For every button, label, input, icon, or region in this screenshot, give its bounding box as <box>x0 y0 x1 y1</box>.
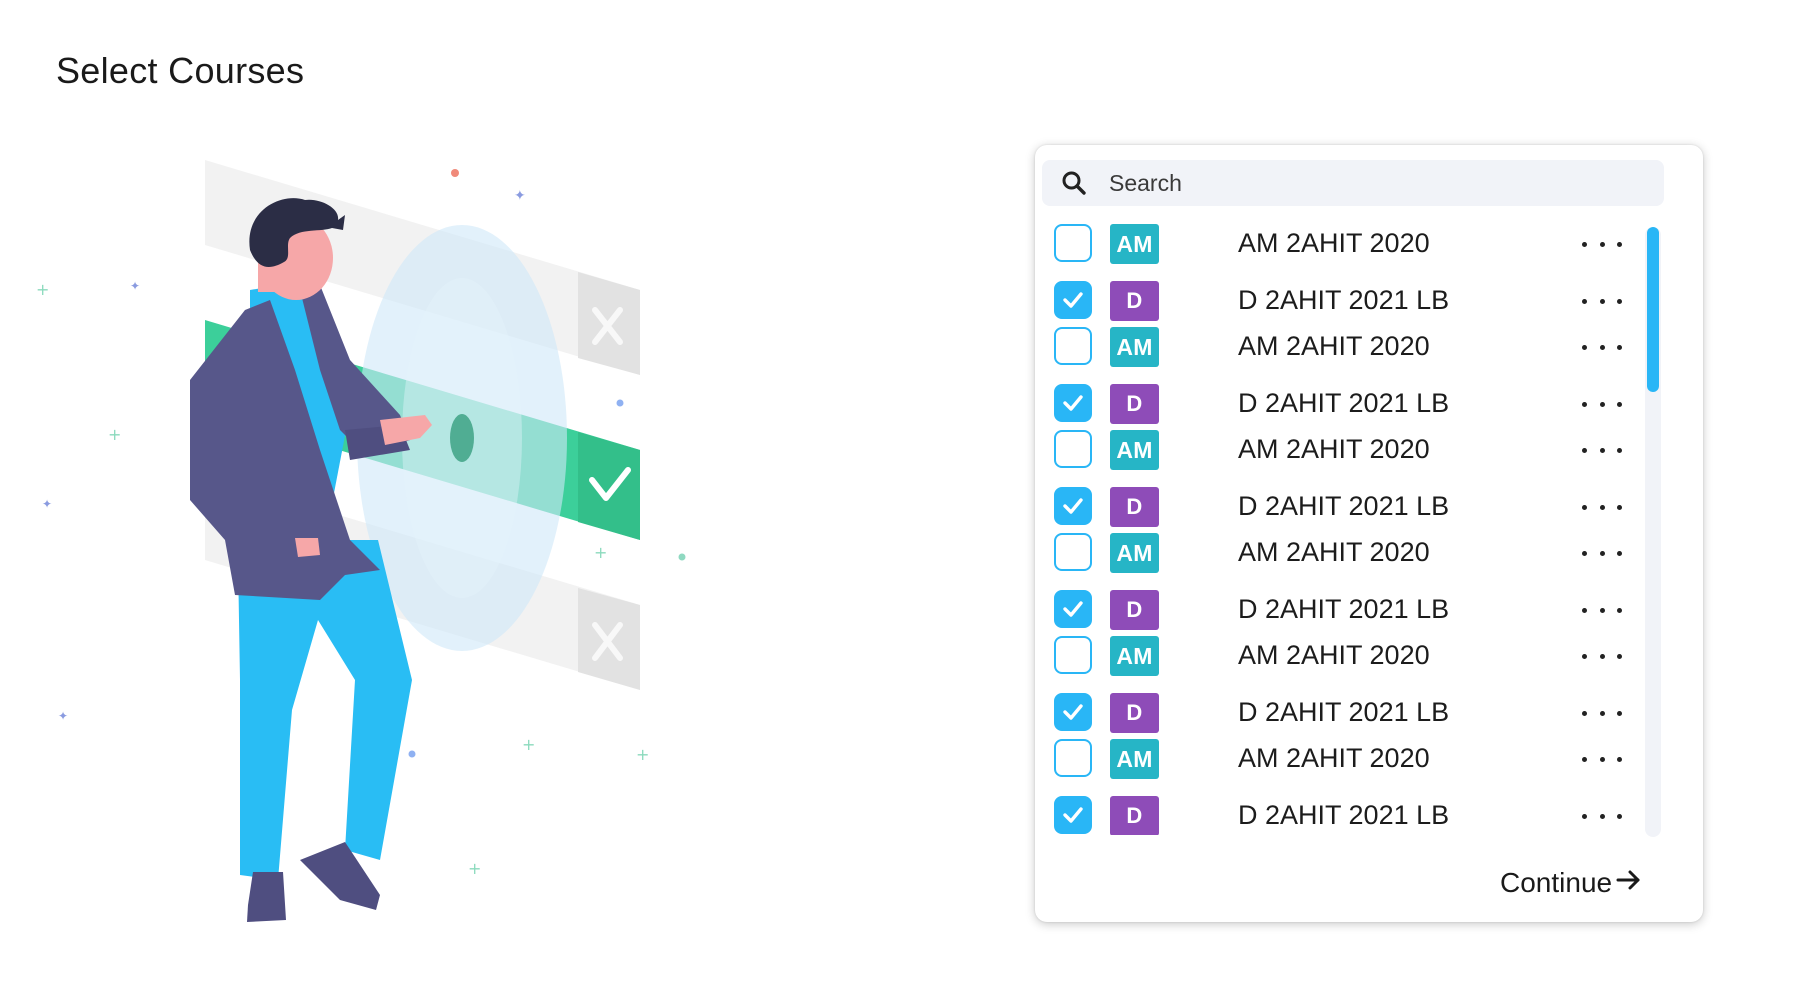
illustration-svg: + + + + + + ✦ ✦ ✦ ✦ <box>36 160 686 922</box>
course-badge: AM <box>1110 739 1159 779</box>
course-name: AM 2AHIT 2020 <box>1238 743 1430 773</box>
middle-check-tile <box>578 432 640 540</box>
search-box[interactable] <box>1042 160 1664 206</box>
course-name: D 2AHIT 2021 LB <box>1238 491 1450 521</box>
course-badge: D <box>1110 796 1159 835</box>
continue-button[interactable]: Continue <box>1500 863 1660 903</box>
course-badge: AM <box>1110 430 1159 470</box>
course-name: D 2AHIT 2021 LB <box>1238 594 1450 624</box>
course-name: D 2AHIT 2021 LB <box>1238 388 1450 418</box>
course-name: AM 2AHIT 2020 <box>1238 537 1430 567</box>
more-options-icon[interactable] <box>1582 440 1622 460</box>
more-options-icon[interactable] <box>1582 291 1622 311</box>
course-name: D 2AHIT 2021 LB <box>1238 285 1450 315</box>
checkmark-icon <box>1063 292 1083 308</box>
course-row[interactable]: D D 2AHIT 2021 LB <box>1035 483 1635 531</box>
checkmark-icon <box>1063 807 1083 823</box>
course-row[interactable]: AM AM 2AHIT 2020 <box>1035 220 1635 268</box>
more-options-icon[interactable] <box>1582 600 1622 620</box>
search-icon <box>1059 168 1089 198</box>
search-input[interactable] <box>1109 169 1609 197</box>
checkbox-unchecked[interactable] <box>1054 636 1092 674</box>
svg-text:✦: ✦ <box>42 497 52 511</box>
course-badge: AM <box>1110 533 1159 573</box>
course-badge: D <box>1110 693 1159 733</box>
checkbox-unchecked[interactable] <box>1054 739 1092 777</box>
checkmark-icon <box>1063 704 1083 720</box>
checkbox-checked[interactable] <box>1054 693 1092 731</box>
checkbox-checked[interactable] <box>1054 281 1092 319</box>
checkmark-icon <box>1063 498 1083 514</box>
course-badge: AM <box>1110 224 1159 264</box>
course-row[interactable]: D D 2AHIT 2021 LB <box>1035 689 1635 737</box>
svg-text:+: + <box>36 280 49 299</box>
course-badge: D <box>1110 590 1159 630</box>
checkbox-unchecked[interactable] <box>1054 327 1092 365</box>
course-name: AM 2AHIT 2020 <box>1238 640 1430 670</box>
course-row[interactable]: AM AM 2AHIT 2020 <box>1035 426 1635 474</box>
svg-text:+: + <box>636 745 649 764</box>
scrollbar-track[interactable] <box>1645 227 1661 837</box>
course-row[interactable]: AM AM 2AHIT 2020 <box>1035 735 1635 783</box>
course-selection-page: Select Courses + + + + + + ✦ ✦ ✦ ✦ Searc… <box>0 0 1793 1006</box>
course-badge: D <box>1110 281 1159 321</box>
course-name: D 2AHIT 2021 LB <box>1238 800 1450 830</box>
course-badge: AM <box>1110 636 1159 676</box>
course-name: AM 2AHIT 2020 <box>1238 228 1430 258</box>
svg-text:+: + <box>594 543 607 562</box>
checkbox-unchecked[interactable] <box>1054 430 1092 468</box>
svg-text:+: + <box>522 735 535 754</box>
checkbox-checked[interactable] <box>1054 796 1092 834</box>
course-selection-card: AM AM 2AHIT 2020 D D 2AHIT 2021 LB AM AM 2AHI… <box>1035 145 1703 922</box>
course-row[interactable]: AM AM 2AHIT 2020 <box>1035 529 1635 577</box>
checkbox-checked[interactable] <box>1054 487 1092 525</box>
arrow-right-icon <box>1616 867 1642 900</box>
course-badge: D <box>1110 384 1159 424</box>
more-options-icon[interactable] <box>1582 749 1622 769</box>
more-options-icon[interactable] <box>1582 543 1622 563</box>
scrollbar-thumb[interactable] <box>1647 227 1659 392</box>
course-row[interactable]: D D 2AHIT 2021 LB <box>1035 792 1635 835</box>
more-options-icon[interactable] <box>1582 646 1622 666</box>
svg-text:✦: ✦ <box>130 279 140 293</box>
person-selecting-checklist-illustration: + + + + + + ✦ ✦ ✦ ✦ <box>0 120 720 940</box>
more-options-icon[interactable] <box>1582 806 1622 826</box>
checkmark-icon <box>1063 601 1083 617</box>
svg-text:+: + <box>108 425 121 444</box>
svg-text:✦: ✦ <box>58 709 68 723</box>
checkbox-checked[interactable] <box>1054 590 1092 628</box>
svg-text:+: + <box>468 859 481 878</box>
course-list: AM AM 2AHIT 2020 D D 2AHIT 2021 LB AM AM 2AHI… <box>1035 220 1635 835</box>
more-options-icon[interactable] <box>1582 394 1622 414</box>
checkbox-unchecked[interactable] <box>1054 533 1092 571</box>
more-options-icon[interactable] <box>1582 234 1622 254</box>
more-options-icon[interactable] <box>1582 703 1622 723</box>
more-options-icon[interactable] <box>1582 337 1622 357</box>
course-row[interactable]: D D 2AHIT 2021 LB <box>1035 277 1635 325</box>
checkmark-icon <box>1063 395 1083 411</box>
course-name: AM 2AHIT 2020 <box>1238 331 1430 361</box>
course-row[interactable]: AM AM 2AHIT 2020 <box>1035 632 1635 680</box>
svg-text:✦: ✦ <box>514 188 526 204</box>
course-name: D 2AHIT 2021 LB <box>1238 697 1450 727</box>
continue-label: Continue <box>1500 867 1613 898</box>
course-badge: AM <box>1110 327 1159 367</box>
more-options-icon[interactable] <box>1582 497 1622 517</box>
checkbox-checked[interactable] <box>1054 384 1092 422</box>
course-name: AM 2AHIT 2020 <box>1238 434 1430 464</box>
course-badge: D <box>1110 487 1159 527</box>
course-row[interactable]: D D 2AHIT 2021 LB <box>1035 586 1635 634</box>
checkbox-unchecked[interactable] <box>1054 224 1092 262</box>
course-row[interactable]: D D 2AHIT 2021 LB <box>1035 380 1635 428</box>
page-title: Select Courses <box>56 50 305 91</box>
course-row[interactable]: AM AM 2AHIT 2020 <box>1035 323 1635 371</box>
